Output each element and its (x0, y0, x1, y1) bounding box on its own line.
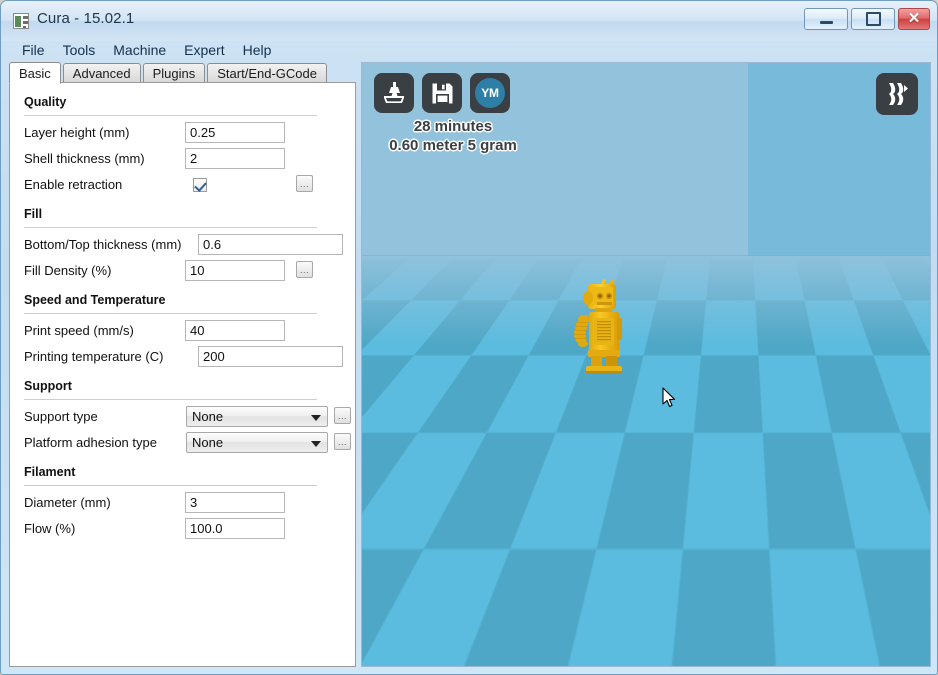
settings-group-divider (24, 227, 317, 228)
window-title: Cura - 15.02.1 (37, 10, 135, 27)
view-mode-button[interactable] (876, 73, 918, 115)
tab-plugins[interactable]: Plugins (142, 63, 206, 83)
setting-row: Printing temperature (C) (10, 345, 355, 368)
setting-more-button-platform-adhesion-type[interactable]: ... (334, 433, 351, 450)
menu-item-file[interactable]: File (13, 41, 54, 59)
settings-group-title: Speed and Temperature (24, 293, 166, 307)
setting-label-bottom-top-thickness: Bottom/Top thickness (mm) (24, 237, 182, 252)
settings-group-divider (24, 313, 317, 314)
settings-tab-strip: Basic Advanced Plugins Start/End-GCode (9, 62, 329, 84)
tab-advanced[interactable]: Advanced (62, 63, 141, 83)
setting-input-printing-temperature[interactable] (198, 346, 343, 367)
youmagine-icon: YM (475, 78, 505, 108)
setting-input-layer-height[interactable] (185, 122, 285, 143)
close-button[interactable]: ✕ (898, 8, 930, 30)
build-platform (362, 63, 930, 666)
setting-row: Support type None... (10, 405, 355, 428)
setting-row: Layer height (mm) (10, 121, 355, 144)
menu-item-tools[interactable]: Tools (54, 41, 105, 59)
setting-row: Enable retraction... (10, 173, 355, 196)
menu-bar: File Tools Machine Expert Help (1, 39, 937, 61)
setting-more-button-fill-density[interactable]: ... (296, 261, 313, 278)
menu-item-expert[interactable]: Expert (175, 41, 233, 59)
cura-icon (13, 13, 29, 29)
setting-select-platform-adhesion-type[interactable]: None (186, 432, 328, 453)
minimize-icon (805, 9, 847, 29)
setting-label-print-speed: Print speed (mm/s) (24, 323, 134, 338)
settings-group-speed-and-temperature: Speed and Temperature (10, 293, 355, 314)
printer-platform-icon (384, 82, 404, 103)
setting-select-value: None (192, 435, 224, 450)
setting-more-button-enable-retraction[interactable]: ... (296, 175, 313, 192)
setting-row: Flow (%) (10, 517, 355, 540)
setting-label-diameter: Diameter (mm) (24, 495, 111, 510)
setting-checkbox-enable-retraction[interactable] (193, 177, 207, 192)
menu-item-machine[interactable]: Machine (104, 41, 175, 59)
setting-select-support-type[interactable]: None (186, 406, 328, 427)
setting-row: Bottom/Top thickness (mm) (10, 233, 355, 256)
setting-row: Diameter (mm) (10, 491, 355, 514)
setting-select-value: None (192, 409, 224, 424)
chevron-down-icon (311, 441, 321, 447)
setting-input-fill-density[interactable] (185, 260, 285, 281)
settings-group-divider (24, 485, 317, 486)
maximize-button[interactable] (851, 8, 895, 30)
settings-group-title: Filament (24, 465, 76, 479)
youmagine-label: YM (481, 86, 499, 100)
menu-item-help[interactable]: Help (234, 41, 281, 59)
setting-label-fill-density: Fill Density (%) (24, 263, 112, 278)
3d-viewport[interactable]: YM 28 minutes 0.60 meter 5 gram (361, 62, 931, 667)
setting-label-flow: Flow (%) (24, 521, 76, 536)
title-bar: Cura - 15.02.1 ✕ (1, 1, 937, 41)
settings-group-support: Support (10, 379, 355, 400)
setting-label-enable-retraction: Enable retraction (24, 177, 123, 192)
setting-input-flow[interactable] (185, 518, 285, 539)
settings-group-divider (24, 399, 317, 400)
share-youmagine-button[interactable]: YM (470, 73, 510, 113)
tab-start-end-gcode[interactable]: Start/End-GCode (207, 63, 327, 83)
load-model-button[interactable] (374, 73, 414, 113)
setting-label-layer-height: Layer height (mm) (24, 125, 130, 140)
maximize-icon (852, 9, 894, 29)
cura-main-window: Cura - 15.02.1 ✕ File Tools Machine Expert H… (0, 0, 938, 675)
settings-group-title: Fill (24, 207, 43, 221)
setting-input-shell-thickness[interactable] (185, 148, 285, 169)
settings-group-title: Support (24, 379, 72, 393)
save-toolpath-button[interactable] (422, 73, 462, 113)
setting-input-diameter[interactable] (185, 492, 285, 513)
settings-group-divider (24, 115, 317, 116)
viewport-toolbar: YM (374, 73, 510, 113)
settings-group-quality: Quality (10, 95, 355, 116)
minimize-button[interactable] (804, 8, 848, 30)
setting-row: Shell thickness (mm) (10, 147, 355, 170)
setting-row: Fill Density (%)... (10, 259, 355, 282)
setting-label-printing-temperature: Printing temperature (C) (24, 349, 164, 364)
settings-group-fill: Fill (10, 207, 355, 228)
floppy-disk-icon (432, 83, 452, 103)
layers-view-icon (889, 83, 908, 105)
setting-label-platform-adhesion-type: Platform adhesion type (24, 435, 157, 450)
setting-row: Print speed (mm/s) (10, 319, 355, 342)
setting-input-print-speed[interactable] (185, 320, 285, 341)
setting-label-support-type: Support type (24, 409, 98, 424)
chevron-down-icon (311, 415, 321, 421)
settings-group-title: Quality (24, 95, 67, 109)
setting-input-bottom-top-thickness[interactable] (198, 234, 343, 255)
tab-basic[interactable]: Basic (9, 62, 61, 84)
setting-label-shell-thickness: Shell thickness (mm) (24, 151, 145, 166)
setting-row: Platform adhesion type None... (10, 431, 355, 454)
settings-group-filament: Filament (10, 465, 355, 486)
settings-panel: Quality Layer height (mm) Shell thickness … (9, 82, 356, 667)
close-icon: ✕ (907, 10, 921, 27)
setting-more-button-support-type[interactable]: ... (334, 407, 351, 424)
